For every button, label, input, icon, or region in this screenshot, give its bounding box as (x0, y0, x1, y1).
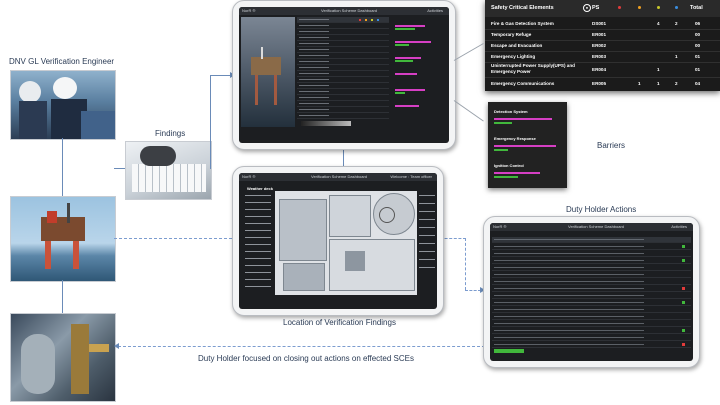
sce-row-code: ER001 (592, 32, 607, 37)
barrier-chart-mini (393, 19, 447, 127)
arrow-left-icon (114, 343, 119, 349)
sce-row-count: 4 (657, 21, 660, 26)
dashboard-tablet-middle: NorR ® Verification Scheme Dashboard Wel… (232, 166, 444, 316)
sce-row-total: 06 (695, 21, 701, 26)
sce-row-total: 00 (695, 32, 701, 37)
app-logo: NorR ® (242, 174, 256, 179)
sce-row[interactable]: Emergency Lighting ER003 1 01 (485, 51, 720, 63)
orange-dot-icon (638, 6, 641, 9)
callout-labels-right (419, 195, 435, 275)
connector-line (453, 100, 484, 122)
dashed-connector (465, 290, 481, 291)
sce-header-row: Safety Critical Elements ● PS Total (485, 0, 720, 17)
dashboard-title: Verification Scheme Dashboard (311, 174, 368, 179)
activities-link[interactable]: Activities (427, 8, 443, 13)
connector-line (210, 75, 211, 169)
sce-row-total: 04 (695, 81, 701, 86)
activities-link[interactable]: Activities (671, 224, 687, 229)
deck-title: Weather deck (247, 186, 273, 191)
red-dot-icon (618, 6, 621, 9)
dashboard-tablet-top: NorR ® Verification Scheme Dashboard Act… (232, 0, 456, 150)
barrier-bar (494, 122, 512, 124)
welcome-text: Welcome : Team officer (390, 174, 432, 179)
sce-row-name: Temporary Refuge (491, 32, 532, 37)
sce-row-name: Emergency Communications (491, 81, 555, 86)
platform-image (241, 17, 295, 127)
connector-line (114, 168, 125, 169)
connector-line (62, 280, 63, 313)
callout-labels-left (245, 195, 271, 291)
closing-actions-label: Duty Holder focused on closing out actio… (198, 354, 414, 363)
dashboard-tablet-bottom: NorR ® Verification Scheme Dashboard Act… (483, 216, 700, 368)
findings-label: Findings (155, 129, 186, 138)
actions-table (492, 237, 691, 355)
keyboard-photo (125, 141, 212, 200)
dashed-connector (118, 346, 490, 347)
sce-row-code: ER004 (592, 67, 607, 72)
connector-line (62, 138, 63, 196)
dashboard-header: NorR ® Verification Scheme Dashboard Wel… (239, 173, 437, 181)
barrier-bar (494, 118, 552, 120)
platform-photo (10, 196, 116, 282)
sce-row-count: 1 (638, 81, 641, 86)
sce-row-count: 2 (675, 21, 678, 26)
deck-plan (275, 191, 417, 295)
connector-line (453, 43, 484, 61)
barrier-bar (494, 149, 508, 151)
app-logo: NorR ® (242, 8, 256, 13)
barriers-panel: Detection System Emergency Response Igni… (488, 102, 567, 188)
barrier-label: Detection System (494, 109, 528, 114)
total-label: Total (690, 5, 703, 11)
sce-row-count: 2 (675, 81, 678, 86)
dashboard-header: NorR ® Verification Scheme Dashboard Act… (239, 7, 449, 15)
sce-header-label: Safety Critical Elements (491, 5, 554, 11)
sce-row[interactable]: Uninterrupted Power Supply(UPS) and Emer… (485, 62, 720, 78)
sce-row-code: ER002 (592, 43, 607, 48)
sce-row-total: 01 (695, 67, 701, 72)
barrier-label: Ignition Control (494, 163, 524, 168)
dashboard-title: Verification Scheme Dashboard (321, 8, 378, 13)
dashboard-title: Verification Scheme Dashboard (568, 224, 625, 229)
barrier-label: Emergency Response (494, 136, 536, 141)
sce-row-name: Fire & Gas Detection System (491, 21, 554, 26)
sce-row-total: 00 (695, 43, 701, 48)
barriers-label: Barriers (597, 141, 626, 150)
barrier-bar (494, 145, 556, 147)
info-icon[interactable]: ● (583, 4, 591, 12)
engineers-photo (10, 70, 116, 140)
sce-row[interactable]: Fire & Gas Detection System DS001 4 2 06 (485, 18, 720, 30)
sce-row-code: DS001 (592, 21, 607, 26)
duty-holder-actions-label: Duty Holder Actions (566, 205, 637, 214)
sce-row-name: Escape and Evacuation (491, 43, 543, 48)
dashboard-header: NorR ® Verification Scheme Dashboard Act… (490, 223, 693, 231)
yellow-dot-icon (657, 6, 660, 9)
sce-row[interactable]: Emergency Communications ER005 1 1 2 04 (485, 78, 720, 90)
sce-row[interactable]: Temporary Refuge ER001 00 (485, 29, 720, 41)
engineer-label: DNV GL Verification Engineer (9, 57, 115, 66)
app-logo: NorR ® (493, 224, 507, 229)
connector-line (343, 148, 344, 166)
barrier-bar (494, 172, 540, 174)
dashed-connector (114, 238, 232, 239)
sce-row[interactable]: Escape and Evacuation ER002 00 (485, 40, 720, 52)
equipment-photo (10, 313, 116, 402)
sce-row-count: 1 (657, 81, 660, 86)
sce-summary-panel: Safety Critical Elements ● PS Total Fire… (485, 0, 720, 91)
location-label: Location of Verification Findings (283, 318, 396, 327)
sce-table (297, 17, 389, 129)
sce-row-code: ER005 (592, 81, 607, 86)
sce-row-name: Emergency Lighting (491, 54, 536, 59)
sce-row-name: Uninterrupted Power Supply(UPS) and Emer… (491, 63, 575, 74)
sce-row-total: 01 (695, 54, 701, 59)
blue-dot-icon (675, 6, 678, 9)
sce-row-code: ER003 (592, 54, 607, 59)
sce-row-count: 1 (675, 54, 678, 59)
connector-line (210, 75, 232, 76)
dashed-connector (465, 238, 466, 290)
ps-label: PS (592, 5, 600, 11)
barrier-bar (494, 176, 518, 178)
sce-row-count: 1 (657, 67, 660, 72)
